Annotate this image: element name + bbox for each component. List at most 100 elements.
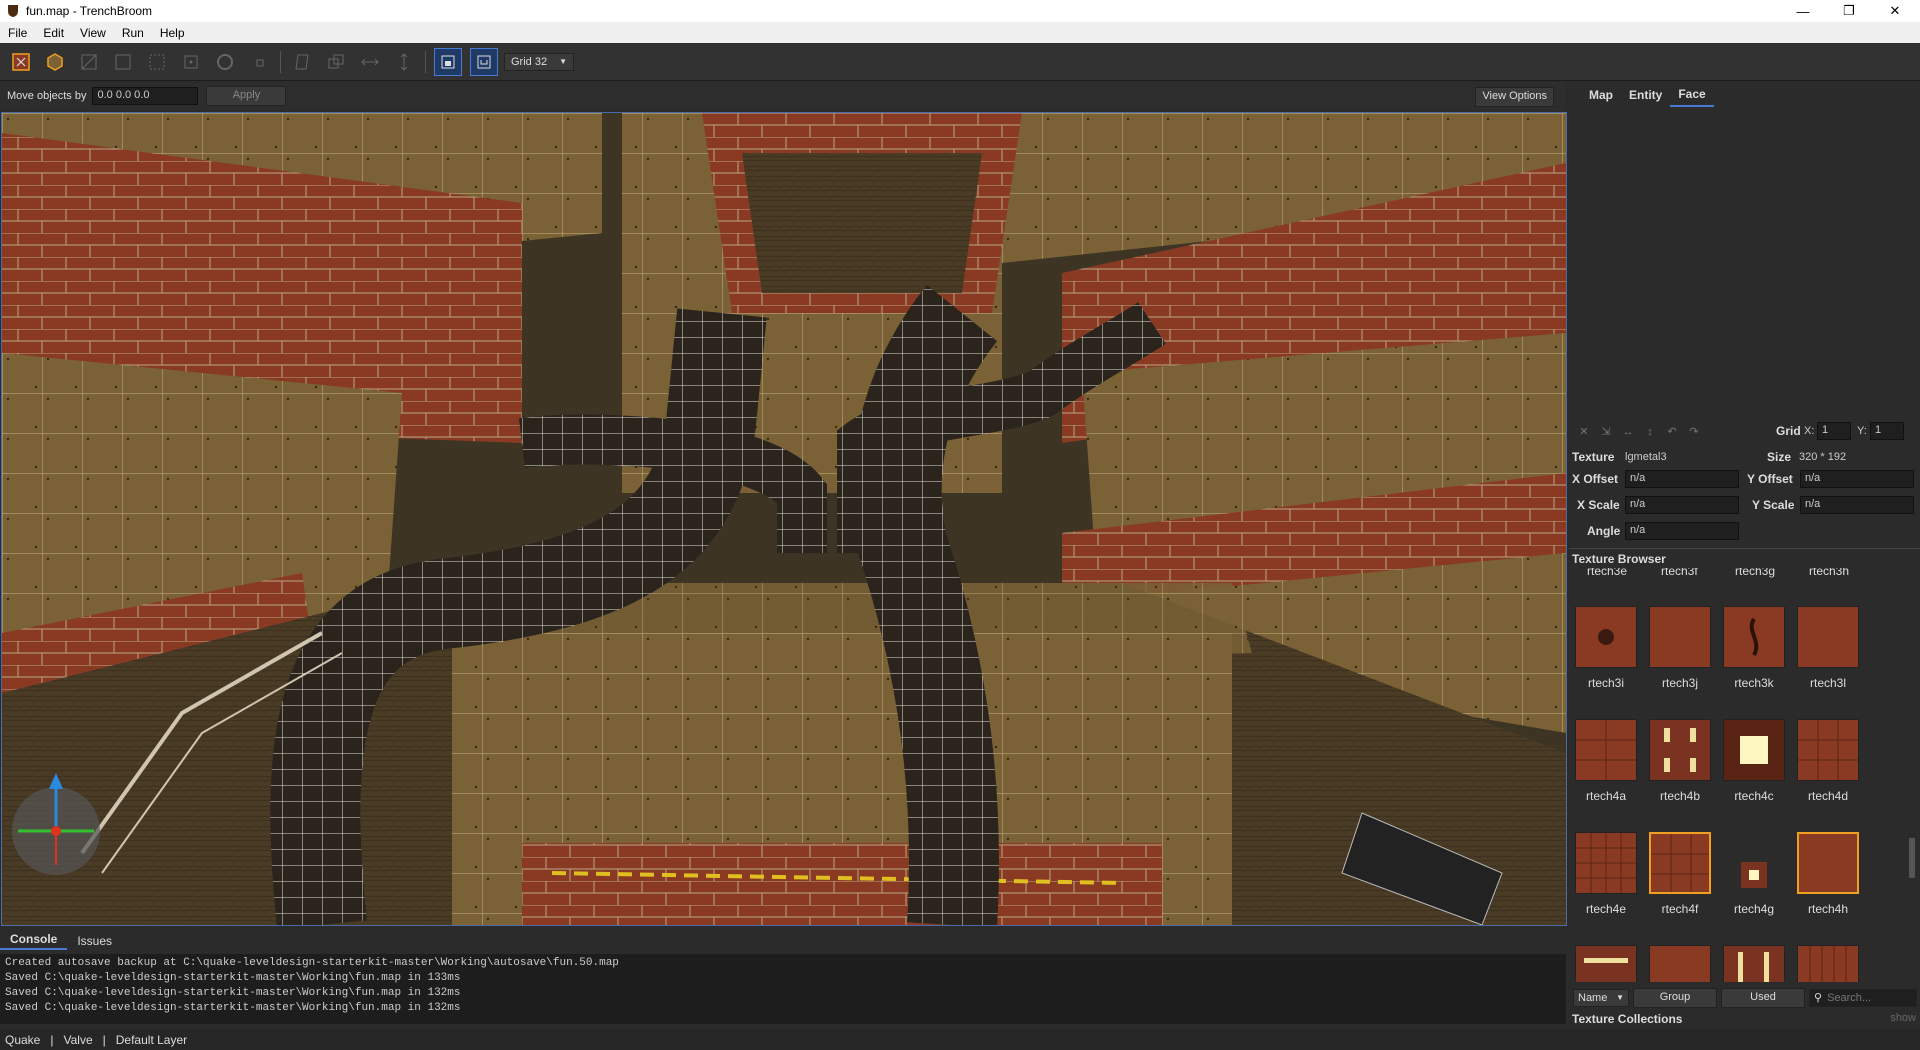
move-objects-input[interactable]: 0.0 0.0 0.0 (92, 87, 199, 105)
texture-tile[interactable]: rtech4g (1722, 832, 1786, 916)
texture-tile[interactable]: rtech4d (1796, 719, 1860, 803)
rotate-tool-icon[interactable] (212, 49, 238, 75)
texture-tile[interactable]: rtech4a (1574, 719, 1638, 803)
rotate-cw-icon[interactable]: ↷ (1687, 425, 1701, 439)
texture-tile[interactable]: rtech4l (1796, 945, 1860, 982)
tab-issues[interactable]: Issues (67, 932, 122, 950)
menu-view[interactable]: View (72, 26, 114, 40)
x-scale-label: X Scale (1577, 498, 1620, 512)
show-link[interactable]: show (1890, 1012, 1916, 1024)
toolbar: Grid 32 ▼ (0, 43, 1920, 81)
vertex-tool-icon[interactable] (110, 49, 136, 75)
texture-collections-label: Texture Collections (1572, 1012, 1683, 1026)
tab-entity[interactable]: Entity (1621, 84, 1670, 106)
flip-horizontal-icon[interactable] (357, 49, 383, 75)
uv-lock-icon[interactable] (470, 47, 498, 76)
toolbar-separator (425, 50, 426, 73)
flip-vertical-icon[interactable] (391, 49, 417, 75)
chevron-down-icon: ▼ (1616, 993, 1624, 1002)
y-scale-input[interactable]: n/a (1800, 496, 1914, 514)
texture-tile[interactable]: rtech3k (1722, 606, 1786, 690)
brush-tool-icon[interactable] (42, 49, 68, 75)
texture-tile[interactable]: rtech4b (1648, 719, 1712, 803)
viewport-scene (2, 113, 1566, 925)
select-tool-icon[interactable] (8, 49, 34, 75)
face-tool-icon[interactable] (178, 49, 204, 75)
tab-map[interactable]: Map (1581, 84, 1621, 106)
angle-input[interactable]: n/a (1625, 522, 1739, 540)
search-placeholder: Search... (1827, 992, 1872, 1004)
texture-label: Texture (1572, 450, 1615, 464)
texture-tile[interactable]: rtech4f (1648, 832, 1712, 916)
restore-icon[interactable]: ❐ (1826, 0, 1872, 22)
grid-y-input[interactable]: 1 (1870, 422, 1904, 440)
texture-lock-icon[interactable] (434, 47, 462, 76)
y-offset-label: Y Offset (1747, 472, 1793, 486)
texture-scrollbar[interactable] (1907, 568, 1917, 982)
x-scale-input[interactable]: n/a (1625, 496, 1739, 514)
texture-tile[interactable]: rtech3i (1574, 606, 1638, 690)
reset-icon[interactable]: ✕ (1577, 425, 1591, 439)
texture-value: lgmetal3 (1625, 451, 1667, 463)
window-title: fun.map - TrenchBroom (26, 4, 153, 18)
texture-tile[interactable]: rtech4i (1574, 945, 1638, 982)
inspector-panel: Map Entity Face ✕ ⇲ ↔ ↕ ↶ ↷ Grid X: 1 Y:… (1569, 82, 1920, 1030)
sort-value: Name (1578, 992, 1608, 1004)
size-label: Size (1767, 450, 1792, 464)
menu-help[interactable]: Help (152, 26, 193, 40)
shear-tool-icon[interactable] (289, 49, 315, 75)
texture-tile[interactable]: rtech4k (1722, 945, 1786, 982)
texture-label-cut: rtech3g (1735, 568, 1776, 578)
y-offset-input[interactable]: n/a (1800, 470, 1914, 488)
close-icon[interactable]: ✕ (1872, 0, 1918, 22)
move-objects-label: Move objects by (7, 90, 87, 102)
texture-grid: rtech3e rtech3f rtech3g rtech3h rtech3i … (1569, 568, 1902, 982)
used-button[interactable]: Used (1721, 988, 1805, 1008)
sort-select[interactable]: Name ▼ (1573, 989, 1629, 1007)
texture-tile[interactable]: rtech4j (1648, 945, 1712, 982)
rotate-ccw-icon[interactable]: ↶ (1665, 425, 1679, 439)
scrollbar-thumb[interactable] (1909, 838, 1915, 878)
texture-tile[interactable]: rtech4c (1722, 719, 1786, 803)
edge-tool-icon[interactable] (144, 49, 170, 75)
duplicate-icon[interactable] (323, 49, 349, 75)
reset-alignment-icon[interactable]: ⇲ (1599, 425, 1613, 439)
console-panel: Console Issues Created autosave backup a… (0, 930, 1566, 1030)
texture-tile[interactable]: rtech4h (1796, 832, 1860, 916)
uv-editor[interactable] (1571, 114, 1918, 414)
status-separator: | (102, 1033, 106, 1047)
flip-h-icon[interactable]: ↔ (1621, 425, 1635, 439)
x-offset-input[interactable]: n/a (1625, 470, 1739, 488)
move-objects-bar: Move objects by 0.0 0.0 0.0 Apply View O… (0, 82, 1566, 110)
console-tabs: Console Issues (0, 930, 1566, 950)
status-format: Valve (63, 1033, 93, 1047)
texture-browser-title: Texture Browser (1572, 552, 1666, 566)
status-separator: | (50, 1033, 54, 1047)
texture-search-field[interactable]: ⚲ Search... (1809, 989, 1917, 1007)
texture-browser-controls: Name ▼ Group Used ⚲ Search... (1571, 987, 1920, 1009)
grid-size-value: Grid 32 (511, 55, 548, 68)
grid-y-label: Y: (1857, 425, 1867, 437)
texture-tile[interactable]: rtech4e (1574, 832, 1638, 916)
3d-viewport[interactable] (1, 112, 1567, 926)
clip-tool-icon[interactable] (76, 49, 102, 75)
menu-bar: File Edit View Run Help (0, 22, 1920, 43)
log-line: Created autosave backup at C:\quake-leve… (5, 957, 619, 969)
grid-x-input[interactable]: 1 (1817, 422, 1851, 440)
menu-file[interactable]: File (0, 26, 35, 40)
scale-tool-icon[interactable] (246, 49, 272, 75)
minimize-icon[interactable]: — (1780, 0, 1826, 22)
menu-edit[interactable]: Edit (35, 26, 72, 40)
menu-run[interactable]: Run (114, 26, 152, 40)
texture-tile[interactable]: rtech3j (1648, 606, 1712, 690)
log-line: Saved C:\quake-leveldesign-starterkit-ma… (5, 972, 461, 984)
view-options-button[interactable]: View Options (1475, 87, 1554, 107)
texture-label-cut: rtech3h (1809, 568, 1850, 578)
texture-tile[interactable]: rtech3l (1796, 606, 1860, 690)
group-button[interactable]: Group (1633, 988, 1717, 1008)
tab-console[interactable]: Console (0, 930, 68, 950)
flip-v-icon[interactable]: ↕ (1643, 425, 1657, 439)
tab-face[interactable]: Face (1670, 83, 1714, 107)
apply-button[interactable]: Apply (206, 86, 287, 106)
grid-size-select[interactable]: Grid 32 ▼ (504, 52, 574, 71)
